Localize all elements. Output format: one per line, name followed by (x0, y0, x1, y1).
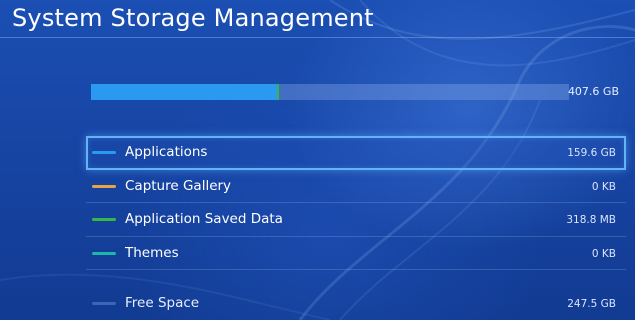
applications-swatch-icon (92, 151, 116, 154)
capture-gallery-swatch-icon (92, 184, 116, 188)
storage-item-size: 159.6 GB (567, 147, 616, 159)
storage-item-size: 247.5 GB (567, 298, 616, 310)
storage-item-label: Free Space (125, 295, 200, 311)
storage-usage-bar-saved-data (277, 84, 279, 100)
storage-item-size: 0 KB (591, 180, 616, 193)
storage-item-application-saved-data[interactable]: Application Saved Data 318.8 MB (86, 203, 626, 237)
storage-total-capacity: 407.6 GB (567, 85, 619, 98)
storage-item-capture-gallery[interactable]: Capture Gallery 0 KB (86, 170, 626, 203)
storage-item-label: Applications (125, 144, 208, 160)
storage-item-free-space: Free Space 247.5 GB (86, 287, 626, 320)
saved-data-swatch-icon (92, 218, 116, 221)
storage-item-applications[interactable]: Applications 159.6 GB (86, 136, 626, 170)
storage-item-themes[interactable]: Themes 0 KB (86, 237, 626, 270)
storage-item-size: 0 KB (591, 247, 616, 260)
themes-swatch-icon (92, 251, 116, 255)
storage-category-list: Applications 159.6 GB Capture Gallery 0 … (86, 136, 626, 320)
storage-item-size: 318.8 MB (566, 214, 616, 226)
page-title: System Storage Management (12, 4, 374, 32)
free-space-swatch-icon (92, 302, 116, 305)
storage-item-label: Capture Gallery (125, 177, 232, 194)
storage-item-label: Application Saved Data (125, 211, 283, 227)
title-divider (0, 37, 635, 38)
storage-item-label: Themes (125, 244, 179, 261)
storage-usage-bar-applications (91, 84, 277, 100)
storage-usage-bar (91, 84, 569, 100)
